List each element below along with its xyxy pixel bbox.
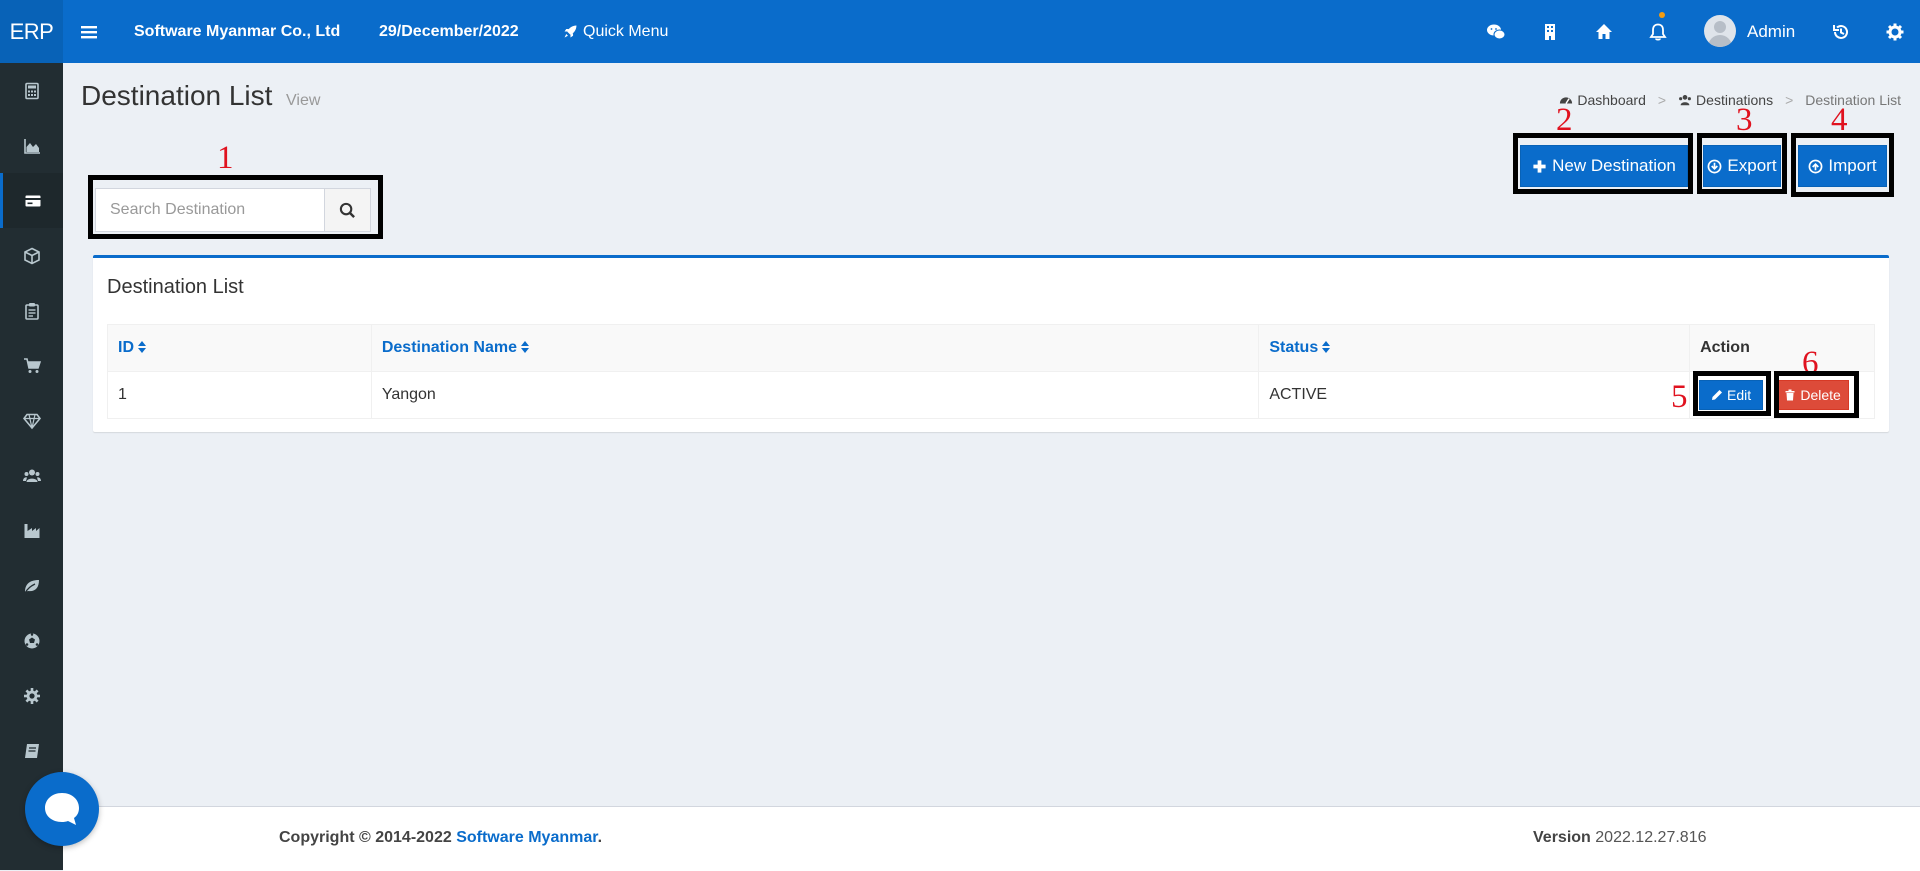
sidebar-item-inventory[interactable] (0, 283, 63, 338)
quick-menu-link[interactable]: Quick Menu (562, 0, 668, 63)
sidebar-item-reports[interactable] (0, 118, 63, 173)
search-group (95, 188, 371, 232)
sidebar-item-sports[interactable] (0, 613, 63, 668)
users-icon (1679, 95, 1691, 106)
industry-icon (24, 523, 39, 538)
soccer-ball-icon (24, 632, 39, 648)
cube-icon (23, 247, 40, 264)
quick-menu-label: Quick Menu (583, 23, 669, 40)
sort-icon (520, 341, 529, 353)
page-title: Destination List (81, 80, 273, 111)
user-name[interactable]: Admin (1747, 0, 1795, 63)
cell-status: ACTIVE (1258, 371, 1691, 419)
diamond-icon (22, 413, 41, 429)
column-header-name[interactable]: Destination Name (370, 324, 1260, 372)
cell-name: Yangon (370, 371, 1260, 419)
cart-icon (23, 357, 41, 373)
column-header-action: Action (1689, 324, 1875, 372)
chat-bubble-icon (45, 793, 79, 825)
brand-logo[interactable]: ERP (0, 0, 63, 63)
sidebar-item-settings[interactable] (0, 668, 63, 723)
search-icon (339, 202, 355, 218)
notification-dot (1659, 12, 1665, 18)
sort-icon (138, 341, 146, 353)
home-icon[interactable] (1589, 0, 1619, 63)
breadcrumb-current: Destination List (1805, 92, 1901, 108)
clipboard-icon (24, 302, 39, 320)
version-info: Version 2022.12.27.816 (1533, 829, 1707, 846)
company-name: Software Myanmar Co., Ltd (134, 23, 341, 40)
copyright: Copyright © 2014-2022 Software Myanmar. (279, 829, 603, 846)
book-icon (24, 743, 39, 758)
breadcrumb-destinations[interactable]: Destinations (1678, 92, 1773, 108)
avatar[interactable] (1704, 15, 1736, 47)
annotation-box-edit (1693, 371, 1771, 416)
destination-list-card: Destination List ID Destination Name Sta… (93, 255, 1889, 432)
download-circle-icon (1707, 159, 1722, 173)
page-subtitle: View (286, 92, 321, 109)
top-navbar: ERP Software Myanmar Co., Ltd 29/Decembe… (0, 0, 1920, 63)
plus-icon (1533, 159, 1546, 173)
search-button[interactable] (325, 188, 371, 232)
sidebar-item-production[interactable] (0, 503, 63, 558)
sidebar-item-docs[interactable] (0, 723, 63, 778)
search-input[interactable] (95, 188, 325, 232)
destination-table: ID Destination Name Status Action 1 Yang… (107, 324, 1875, 419)
bell-icon[interactable] (1643, 0, 1673, 63)
new-destination-button[interactable]: New Destination (1520, 145, 1688, 187)
card-title: Destination List (107, 276, 244, 298)
upload-circle-icon (1808, 159, 1823, 173)
rocket-icon (564, 25, 577, 38)
annotation-1: 1 (217, 140, 234, 176)
area-chart-icon (23, 138, 40, 154)
wechat-icon[interactable] (1481, 0, 1511, 63)
cell-id: 1 (107, 371, 372, 419)
building-icon[interactable] (1535, 0, 1565, 63)
export-button[interactable]: Export (1703, 145, 1781, 187)
sidebar-item-calculator[interactable] (0, 63, 63, 118)
annotation-box-delete (1774, 371, 1859, 418)
company-link[interactable]: Software Myanmar (456, 829, 597, 846)
chat-widget-button[interactable] (25, 772, 99, 846)
sidebar-item-agriculture[interactable] (0, 558, 63, 613)
credit-card-icon (25, 195, 41, 206)
sidebar-item-sales[interactable] (0, 338, 63, 393)
history-icon[interactable] (1826, 0, 1856, 63)
sidebar-item-loyalty[interactable] (0, 393, 63, 448)
sidebar-item-customers[interactable] (0, 448, 63, 503)
current-date: 29/December/2022 (379, 23, 519, 40)
import-button[interactable]: Import (1798, 145, 1887, 187)
gear-icon[interactable] (1880, 0, 1910, 63)
sidebar (0, 63, 63, 870)
table-header-row: ID Destination Name Status Action (107, 324, 1875, 372)
footer: Copyright © 2014-2022 Software Myanmar. … (63, 806, 1920, 871)
sidebar-item-payments[interactable] (0, 173, 63, 228)
sort-icon (1322, 341, 1331, 353)
annotation-5: 5 (1671, 379, 1688, 415)
column-header-status[interactable]: Status (1258, 324, 1691, 372)
users-icon (22, 469, 41, 482)
calculator-icon (24, 82, 39, 99)
column-header-id[interactable]: ID (107, 324, 372, 372)
table-row: 1 Yangon ACTIVE Edit Delete (107, 371, 1875, 419)
sidebar-item-products[interactable] (0, 228, 63, 283)
menu-icon[interactable] (74, 0, 104, 63)
breadcrumb: Dashboard > Destinations > Destination L… (1559, 92, 1901, 108)
gear-icon (23, 687, 40, 704)
leaf-icon (23, 579, 39, 593)
